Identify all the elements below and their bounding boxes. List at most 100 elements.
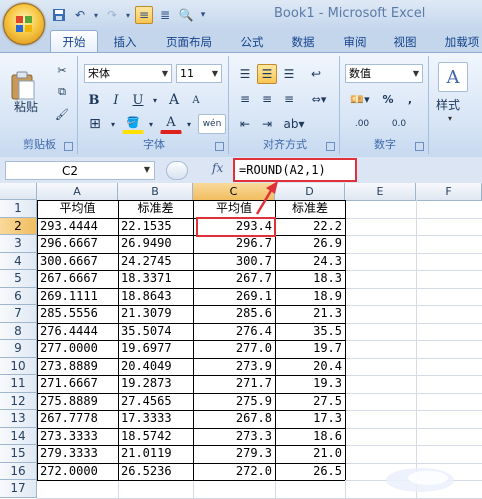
phonetic-button[interactable]: wén [198, 114, 226, 134]
table-cell[interactable]: 273.3 [193, 428, 275, 445]
dialog-launcher-icon[interactable] [326, 142, 335, 151]
table-cell[interactable]: 293.4 [193, 218, 275, 235]
table-cell[interactable]: 18.9 [275, 288, 345, 305]
table-cell[interactable]: 27.5 [275, 393, 345, 410]
column-header-d[interactable]: D [275, 183, 345, 200]
table-cell[interactable]: 24.3 [275, 253, 345, 270]
row-header-8[interactable]: 8 [0, 322, 37, 340]
copy-icon[interactable]: ⧉ [52, 82, 72, 102]
table-cell[interactable]: 300.6667 [37, 253, 118, 270]
table-cell[interactable]: 276.4444 [37, 323, 118, 340]
table-cell[interactable]: 18.3371 [118, 270, 193, 287]
table-cell[interactable]: 19.7 [275, 340, 345, 357]
table-cell[interactable]: 22.2 [275, 218, 345, 235]
table-cell[interactable]: 18.3 [275, 270, 345, 287]
table-cell[interactable]: 20.4 [275, 358, 345, 375]
decrease-indent-icon[interactable]: ⇤ [235, 114, 255, 134]
bold-button[interactable]: B [84, 90, 104, 110]
undo-icon[interactable]: ↶ [71, 6, 89, 24]
table-cell[interactable]: 277.0 [193, 340, 275, 357]
tab-review[interactable]: 审阅 [335, 33, 375, 52]
table-cell[interactable]: 35.5074 [118, 323, 193, 340]
table-cell[interactable]: 20.4049 [118, 358, 193, 375]
currency-icon[interactable]: 💴▾ [345, 89, 375, 109]
table-cell[interactable]: 275.9 [193, 393, 275, 410]
row-header-11[interactable]: 11 [0, 375, 37, 393]
table-cell[interactable]: 35.5 [275, 323, 345, 340]
row-header-2[interactable]: 2 [0, 217, 37, 235]
table-cell[interactable]: 21.0 [275, 445, 345, 462]
table-cell[interactable]: 22.1535 [118, 218, 193, 235]
table-cell[interactable]: 18.6 [275, 428, 345, 445]
column-header-c[interactable]: C [193, 183, 275, 200]
table-cell[interactable]: 21.3079 [118, 305, 193, 322]
chevron-down-icon[interactable]: ▾ [108, 114, 118, 134]
header-cell[interactable]: 标准差 [118, 200, 193, 217]
chevron-down-icon[interactable]: ▾ [184, 114, 194, 134]
font-color-button[interactable]: A [160, 114, 182, 134]
table-cell[interactable]: 269.1111 [37, 288, 118, 305]
font-size-select[interactable]: 11 ▼ [176, 64, 222, 83]
styles-icon[interactable]: A [438, 62, 468, 92]
table-cell[interactable]: 26.9 [275, 235, 345, 252]
office-button[interactable] [3, 3, 45, 45]
number-format-select[interactable]: 数值 ▼ [345, 64, 423, 83]
header-cell[interactable]: 标准差 [275, 200, 345, 217]
format-painter-icon[interactable]: 🖌 [52, 104, 72, 124]
row-header-5[interactable]: 5 [0, 270, 37, 288]
align-middle-icon[interactable]: ☰ [257, 64, 277, 84]
table-cell[interactable]: 26.5236 [118, 463, 193, 480]
row-header-1[interactable]: 1 [0, 200, 37, 218]
table-cell[interactable]: 273.3333 [37, 428, 118, 445]
font-name-select[interactable]: 宋体 ▼ [84, 64, 172, 83]
grow-font-button[interactable]: A [164, 90, 184, 110]
row-header-16[interactable]: 16 [0, 462, 37, 480]
header-cell[interactable]: 平均值 [37, 200, 118, 217]
align-left-icon[interactable]: ≡ [235, 89, 255, 109]
increase-decimal-button[interactable]: .00 [345, 114, 379, 134]
row-header-4[interactable]: 4 [0, 252, 37, 270]
redo-icon[interactable]: ↷ [103, 6, 121, 24]
tab-addins[interactable]: 加载项 [437, 33, 482, 52]
table-cell[interactable]: 271.6667 [37, 375, 118, 392]
chevron-down-icon[interactable]: ▾ [448, 114, 452, 123]
table-cell[interactable]: 21.0119 [118, 445, 193, 462]
increase-indent-icon[interactable]: ⇥ [257, 114, 277, 134]
formula-input[interactable]: =ROUND(A2,1) [233, 158, 357, 182]
save-icon[interactable] [50, 6, 68, 24]
align-right-icon[interactable]: ≡ [279, 89, 299, 109]
table-cell[interactable]: 269.1 [193, 288, 275, 305]
tab-home[interactable]: 开始 [50, 30, 98, 53]
table-cell[interactable]: 275.8889 [37, 393, 118, 410]
name-box[interactable]: C2 ▼ [5, 161, 155, 180]
fill-color-icon[interactable]: 🪣 [122, 114, 144, 134]
table-cell[interactable]: 17.3 [275, 410, 345, 427]
decrease-decimal-button[interactable]: 0.0 [382, 114, 416, 134]
row-header-7[interactable]: 7 [0, 305, 37, 323]
table-cell[interactable]: 24.2745 [118, 253, 193, 270]
header-cell[interactable]: 平均值 [193, 200, 275, 217]
table-cell[interactable]: 267.8 [193, 410, 275, 427]
table-cell[interactable]: 17.3333 [118, 410, 193, 427]
dropdown-arrow-icon[interactable]: ▾ [124, 6, 132, 24]
format-icon[interactable]: ≣ [156, 6, 174, 24]
row-header-9[interactable]: 9 [0, 340, 37, 358]
dialog-launcher-icon[interactable] [215, 142, 224, 151]
row-header-6[interactable]: 6 [0, 287, 37, 305]
table-cell[interactable]: 273.8889 [37, 358, 118, 375]
chevron-down-icon[interactable]: ▾ [146, 114, 156, 134]
shrink-font-button[interactable]: A [186, 90, 206, 110]
cut-icon[interactable]: ✂ [52, 60, 72, 80]
row-header-10[interactable]: 10 [0, 357, 37, 375]
row-header-17[interactable]: 17 [0, 480, 37, 498]
table-cell[interactable]: 279.3 [193, 445, 275, 462]
wrap-text-icon[interactable]: ↩ [305, 64, 327, 84]
table-cell[interactable]: 19.3 [275, 375, 345, 392]
row-header-14[interactable]: 14 [0, 427, 37, 445]
table-cell[interactable]: 296.6667 [37, 235, 118, 252]
insert-function-button[interactable]: fx [212, 161, 223, 175]
row-header-13[interactable]: 13 [0, 410, 37, 428]
align-bottom-icon[interactable]: ☰ [279, 64, 299, 84]
formula-divider-handle[interactable] [166, 161, 188, 180]
table-cell[interactable]: 18.5742 [118, 428, 193, 445]
